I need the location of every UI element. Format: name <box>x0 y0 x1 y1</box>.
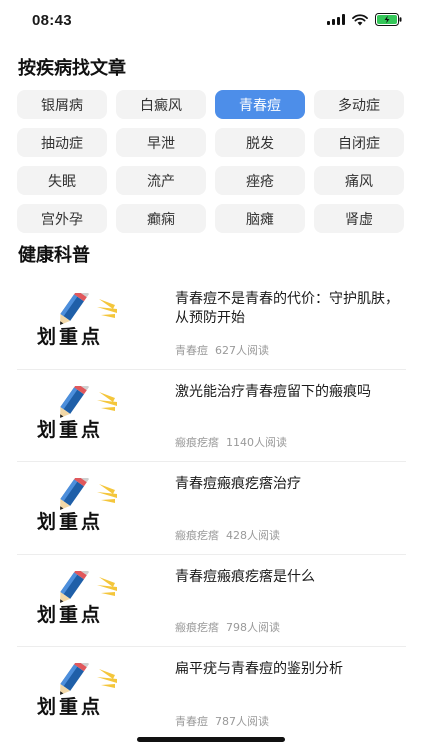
article-thumbnail: 划重点 <box>33 286 151 353</box>
svg-text:划重点: 划重点 <box>37 695 103 718</box>
status-bar: 08:43 <box>0 0 422 44</box>
article-item[interactable]: 划重点 青春痘瘢痕疙瘩是什么瘢痕疙瘩 798人阅读 <box>17 555 406 647</box>
svg-text:划重点: 划重点 <box>37 325 103 348</box>
status-icons <box>327 13 402 26</box>
disease-chip[interactable]: 痤疮 <box>215 166 305 195</box>
article-item[interactable]: 划重点 扁平疣与青春痘的鉴别分析 青春痘 787人阅读 <box>17 647 406 740</box>
article-meta: 青春痘 787人阅读 <box>175 713 269 729</box>
disease-chip[interactable]: 银屑病 <box>17 90 107 119</box>
disease-chip[interactable]: 流产 <box>116 166 206 195</box>
article-read-count: 627人阅读 <box>215 343 269 357</box>
health-science-title: 健康科普 <box>18 245 90 266</box>
disease-chip[interactable]: 青春痘 <box>215 90 305 119</box>
status-time: 08:43 <box>32 12 72 29</box>
article-meta: 瘢痕疙瘩 428人阅读 <box>175 527 280 543</box>
disease-chip[interactable]: 癫痫 <box>116 204 206 233</box>
battery-icon <box>375 13 402 26</box>
article-thumbnail: 划重点 <box>33 379 151 446</box>
article-tag: 瘢痕疙瘩 <box>175 621 219 634</box>
article-item[interactable]: 划重点 青春痘不是青春的代价：守护肌肤，从预防开始青春痘 627人阅读 <box>17 277 406 370</box>
disease-chip[interactable]: 抽动症 <box>17 128 107 157</box>
article-item[interactable]: 划重点 激光能治疗青春痘留下的瘢痕吗瘢痕疙瘩 1140人阅读 <box>17 370 406 462</box>
article-read-count: 1140人阅读 <box>226 436 287 449</box>
disease-chip[interactable]: 宫外孕 <box>17 204 107 233</box>
article-read-count: 428人阅读 <box>226 528 280 542</box>
disease-chip[interactable]: 白癜风 <box>116 90 206 119</box>
article-list: 划重点 青春痘不是青春的代价：守护肌肤，从预防开始青春痘 627人阅读 划重点 激… <box>17 277 406 740</box>
article-thumbnail: 划重点 <box>33 564 151 631</box>
find-by-disease-title: 按疾病找文章 <box>18 58 126 79</box>
disease-chip[interactable]: 多动症 <box>314 90 404 119</box>
article-read-count: 798人阅读 <box>226 621 280 634</box>
article-tag: 瘢痕疙瘩 <box>175 528 219 542</box>
article-meta: 瘢痕疙瘩 1140人阅读 <box>175 434 287 450</box>
disease-chip[interactable]: 失眠 <box>17 166 107 195</box>
article-title: 青春痘不是青春的代价：守护肌肤，从预防开始 <box>175 291 399 326</box>
cellular-signal-icon <box>327 14 345 25</box>
disease-chip[interactable]: 痛风 <box>314 166 404 195</box>
article-thumbnail: 划重点 <box>33 471 151 538</box>
article-tag: 青春痘 <box>175 714 208 728</box>
article-title: 激光能治疗青春痘留下的瘢痕吗 <box>175 383 371 400</box>
article-tag: 青春痘 <box>175 343 208 357</box>
disease-chip[interactable]: 脑瘫 <box>215 204 305 233</box>
disease-chip[interactable]: 早泄 <box>116 128 206 157</box>
svg-text:划重点: 划重点 <box>37 418 103 441</box>
article-meta: 瘢痕疙瘩 798人阅读 <box>175 619 280 635</box>
article-tag: 瘢痕疙瘩 <box>175 436 219 449</box>
svg-text:划重点: 划重点 <box>37 603 103 626</box>
article-read-count: 787人阅读 <box>215 714 269 728</box>
disease-grid: 银屑病 白癜风 青春痘 多动症抽动症 早泄 脱发 自闭症失眠 流产 痤疮 痛风宫外孕 癫痫 脑瘫 肾虚 <box>17 90 407 233</box>
article-title: 青春痘瘢痕疙瘩治疗 <box>175 476 301 492</box>
article-item[interactable]: 划重点 青春痘瘢痕疙瘩治疗 瘢痕疙瘩 428人阅读 <box>17 462 406 555</box>
home-indicator <box>137 737 285 742</box>
article-title: 扁平疣与青春痘的鉴别分析 <box>175 661 343 677</box>
disease-chip[interactable]: 肾虚 <box>314 204 404 233</box>
disease-chip[interactable]: 自闭症 <box>314 128 404 157</box>
article-title: 青春痘瘢痕疙瘩是什么 <box>175 568 315 585</box>
article-thumbnail: 划重点 <box>33 656 151 723</box>
svg-text:划重点: 划重点 <box>37 510 103 533</box>
article-meta: 青春痘 627人阅读 <box>175 342 269 358</box>
disease-chip[interactable]: 脱发 <box>215 128 305 157</box>
wifi-icon <box>352 13 368 26</box>
